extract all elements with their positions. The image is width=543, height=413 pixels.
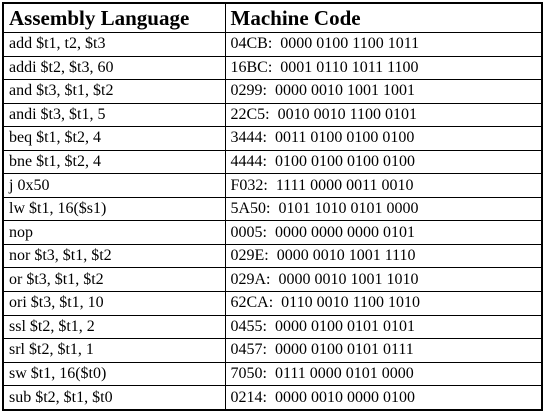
assembly-cell: ori $t3, $t1, 10: [2, 291, 226, 316]
table-row: bne $t1, $t2, 4 4444: 0100 0100 0100 010…: [2, 149, 543, 175]
table-row: sub $t2, $t1, $t0 0214: 0000 0010 0000 0…: [2, 385, 543, 412]
assembly-cell: andi $t3, $t1, 5: [2, 102, 226, 128]
machine-code-cell: 0214: 0000 0010 0000 0100: [224, 385, 543, 412]
machine-code-cell: 22C5: 0010 0010 1100 0101: [224, 102, 543, 128]
machine-code-cell: 0455: 0000 0100 0101 0101: [224, 314, 543, 340]
assembly-cell: bne $t1, $t2, 4: [2, 149, 226, 175]
assembly-cell: and $t3, $t1, $t2: [2, 79, 226, 104]
machine-code-cell: 029A: 0000 0010 1001 1010: [224, 267, 543, 293]
assembly-cell: lw $t1, 16($s1): [2, 196, 226, 222]
table-row: lw $t1, 16($s1) 5A50: 0101 1010 0101 000…: [2, 196, 543, 222]
table-row: andi $t3, $t1, 5 22C5: 0010 0010 1100 01…: [2, 102, 543, 128]
instruction-encoding-table: Assembly Language Machine Code add $t1, …: [2, 2, 543, 412]
machine-code-cell: 0457: 0000 0100 0101 0111: [224, 338, 543, 363]
table-row: ori $t3, $t1, 10 62CA: 0110 0010 1100 10…: [2, 291, 543, 316]
assembly-cell: j 0x50: [2, 173, 226, 198]
table-row: j 0x50 F032: 1111 0000 0011 0010: [2, 173, 543, 198]
assembly-cell: sw $t1, 16($t0): [2, 361, 226, 387]
machine-code-cell: 3444: 0011 0100 0100 0100: [224, 126, 543, 151]
machine-code-cell: 16BC: 0001 0110 1011 1100: [224, 55, 543, 81]
table-row: or $t3, $t1, $t2 029A: 0000 0010 1001 10…: [2, 267, 543, 293]
machine-code-cell: 04CB: 0000 0100 1100 1011: [224, 32, 543, 57]
table-row: nor $t3, $t1, $t2 029E: 0000 0010 1001 1…: [2, 243, 543, 269]
table-row: sw $t1, 16($t0) 7050: 0111 0000 0101 000…: [2, 361, 543, 387]
assembly-cell: nor $t3, $t1, $t2: [2, 243, 226, 269]
assembly-cell: srl $t2, $t1, 1: [2, 338, 226, 363]
table-row: beq $t1, $t2, 4 3444: 0011 0100 0100 010…: [2, 126, 543, 151]
machine-code-cell: 4444: 0100 0100 0100 0100: [224, 149, 543, 175]
table-row: addi $t2, $t3, 60 16BC: 0001 0110 1011 1…: [2, 55, 543, 81]
table-row: and $t3, $t1, $t2 0299: 0000 0010 1001 1…: [2, 79, 543, 104]
machine-code-cell: 7050: 0111 0000 0101 0000: [224, 361, 543, 387]
header-row: Assembly Language Machine Code: [2, 2, 543, 33]
assembly-cell: add $t1, t2, $t3: [2, 32, 226, 57]
table-row: srl $t2, $t1, 1 0457: 0000 0100 0101 011…: [2, 338, 543, 363]
machine-code-cell: 62CA: 0110 0010 1100 1010: [224, 291, 543, 316]
machine-code-cell: 0299: 0000 0010 1001 1001: [224, 79, 543, 104]
machine-code-cell: F032: 1111 0000 0011 0010: [224, 173, 543, 198]
column-header-assembly: Assembly Language: [2, 2, 226, 33]
table-row: add $t1, t2, $t3 04CB: 0000 0100 1100 10…: [2, 32, 543, 57]
machine-code-cell: 029E: 0000 0010 1001 1110: [224, 243, 543, 269]
assembly-cell: sub $t2, $t1, $t0: [2, 385, 226, 412]
table-row: ssl $t2, $t1, 2 0455: 0000 0100 0101 010…: [2, 314, 543, 340]
assembly-cell: or $t3, $t1, $t2: [2, 267, 226, 293]
machine-code-cell: 5A50: 0101 1010 0101 0000: [224, 196, 543, 222]
assembly-cell: beq $t1, $t2, 4: [2, 126, 226, 151]
assembly-cell: ssl $t2, $t1, 2: [2, 314, 226, 340]
assembly-cell: addi $t2, $t3, 60: [2, 55, 226, 81]
assembly-cell: nop: [2, 220, 226, 245]
column-header-machine-code: Machine Code: [224, 2, 543, 33]
table-row: nop 0005: 0000 0000 0000 0101: [2, 220, 543, 245]
machine-code-cell: 0005: 0000 0000 0000 0101: [224, 220, 543, 245]
